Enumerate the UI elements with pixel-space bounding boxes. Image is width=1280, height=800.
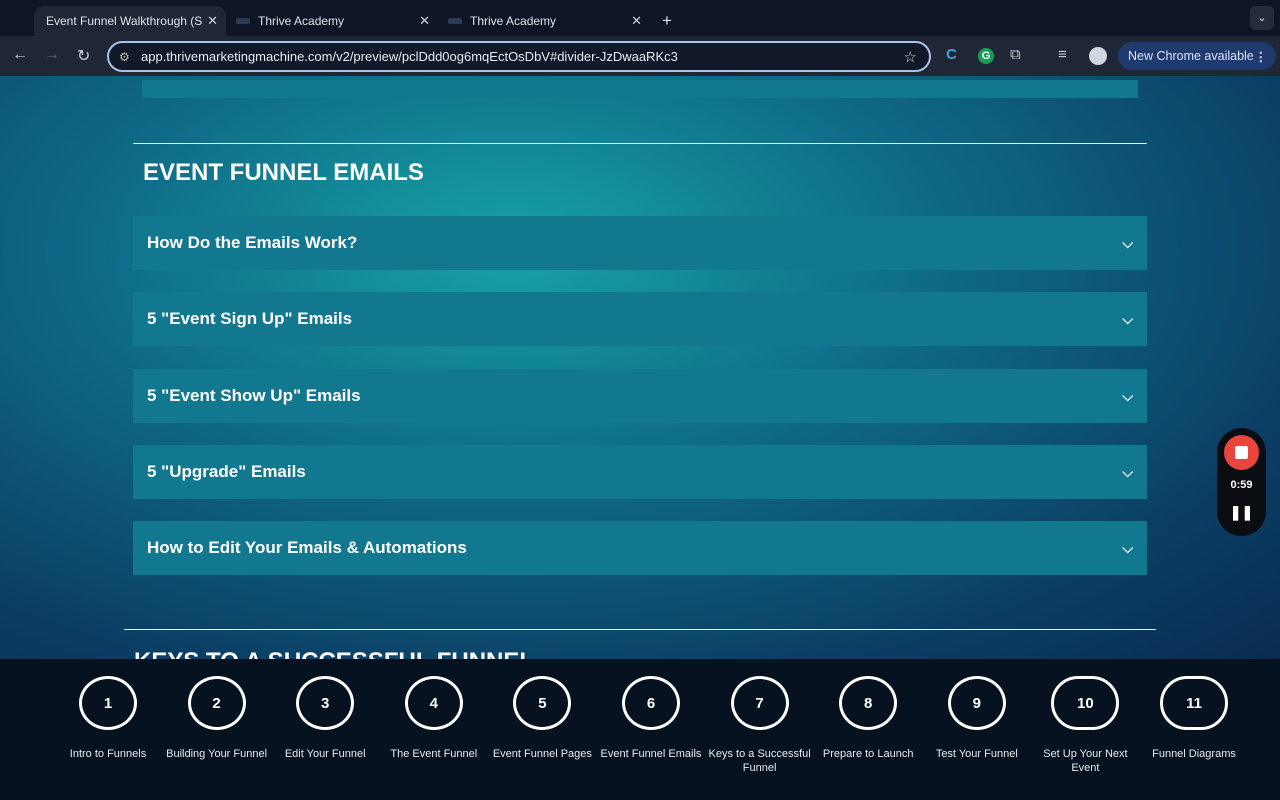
favicon-icon — [236, 18, 250, 24]
previous-accordion-item[interactable] — [142, 80, 1138, 98]
forward-icon[interactable]: → — [44, 46, 60, 64]
step-label[interactable]: Event Funnel Emails — [596, 747, 706, 761]
step-label[interactable]: The Event Funnel — [379, 747, 489, 761]
accordion-label: 5 "Upgrade" Emails — [147, 462, 306, 481]
media-control-icon[interactable]: ≡ — [1058, 46, 1067, 63]
step-3[interactable]: 3 Edit Your Funnel — [270, 676, 380, 761]
step-label[interactable]: Set Up Your Next Event — [1030, 747, 1140, 775]
address-bar[interactable]: ⚙ app.thrivemarketingmachine.com/v2/previ… — [107, 41, 931, 72]
step-navigation: 1 Intro to Funnels 2 Building Your Funnel 3 E… — [0, 659, 1280, 800]
step-label[interactable]: Prepare to Launch — [813, 747, 923, 761]
new-tab-button[interactable]: + — [652, 6, 682, 36]
accordion-item[interactable]: 5 "Event Sign Up" Emails ⌵ — [133, 292, 1147, 346]
step-8[interactable]: 8 Prepare to Launch — [813, 676, 923, 761]
stop-icon — [1235, 446, 1248, 459]
step-number[interactable]: 2 — [187, 676, 246, 730]
chevron-down-icon: ⌵ — [1122, 234, 1133, 251]
step-number[interactable]: 8 — [839, 676, 898, 730]
step-number[interactable]: 3 — [296, 676, 355, 730]
accordion-label: 5 "Event Sign Up" Emails — [147, 309, 353, 328]
grammarly-icon[interactable]: G — [978, 48, 994, 64]
step-label[interactable]: Keys to a Successful Funnel — [705, 747, 815, 775]
pause-icon[interactable]: ❚❚ — [1217, 504, 1266, 521]
favicon-icon — [448, 18, 462, 24]
extensions-puzzle-icon[interactable]: ⧉ — [1010, 46, 1021, 63]
step-label[interactable]: Intro to Funnels — [53, 747, 163, 761]
tab-search-chevron-icon[interactable]: ⌄ — [1250, 6, 1274, 30]
url-text[interactable]: app.thrivemarketingmachine.com/v2/previe… — [141, 49, 678, 64]
reload-icon[interactable]: ↻ — [77, 46, 90, 66]
tab-thrive-academy[interactable]: Thrive Academy ✕ — [226, 6, 438, 36]
step-number[interactable]: 1 — [79, 676, 137, 730]
step-5[interactable]: 5 Event Funnel Pages — [487, 676, 597, 761]
step-number[interactable]: 11 — [1160, 676, 1228, 730]
back-icon[interactable]: ← — [12, 46, 28, 64]
menu-dots-icon[interactable]: ⋮ — [1255, 49, 1268, 64]
tab-title: Event Funnel Walkthrough (S — [46, 14, 203, 28]
site-info-icon[interactable]: ⚙ — [119, 50, 130, 64]
extension-c-icon[interactable]: C — [946, 46, 957, 63]
step-11[interactable]: 11 Funnel Diagrams — [1139, 676, 1249, 761]
stop-recording-button[interactable] — [1224, 435, 1259, 470]
step-number[interactable]: 4 — [404, 676, 463, 730]
tab-bar: Event Funnel Walkthrough (S ✕ Thrive Acad… — [0, 0, 1280, 36]
accordion-item[interactable]: 5 "Upgrade" Emails ⌵ — [133, 445, 1147, 499]
step-number[interactable]: 5 — [513, 676, 572, 730]
step-number[interactable]: 6 — [622, 676, 680, 730]
recording-time: 0:59 — [1230, 479, 1253, 491]
chevron-down-icon: ⌵ — [1122, 539, 1133, 556]
step-4[interactable]: 4 The Event Funnel — [379, 676, 489, 761]
accordion-label: 5 "Event Show Up" Emails — [147, 386, 361, 405]
tab-title: Thrive Academy — [470, 14, 557, 28]
divider — [124, 629, 1156, 630]
accordion-item[interactable]: How to Edit Your Emails & Automations ⌵ — [133, 521, 1147, 575]
close-icon[interactable]: ✕ — [207, 13, 218, 29]
divider — [133, 143, 1147, 144]
accordion-label: How to Edit Your Emails & Automations — [147, 538, 467, 557]
step-10[interactable]: 10 Set Up Your Next Event — [1030, 676, 1140, 775]
update-label: New Chrome available — [1128, 49, 1254, 63]
step-number[interactable]: 7 — [730, 676, 789, 730]
close-icon[interactable]: ✕ — [631, 13, 642, 29]
step-label[interactable]: Edit Your Funnel — [270, 747, 380, 761]
new-chrome-button[interactable]: New Chrome available ⋮ — [1118, 42, 1276, 70]
step-number[interactable]: 10 — [1051, 676, 1120, 730]
profile-avatar-icon[interactable] — [1089, 47, 1107, 65]
step-number[interactable]: 9 — [947, 676, 1006, 730]
accordion-item[interactable]: How Do the Emails Work? ⌵ — [133, 216, 1147, 270]
tab-event-funnel[interactable]: Event Funnel Walkthrough (S ✕ — [34, 6, 226, 36]
section-title: EVENT FUNNEL EMAILS — [143, 159, 424, 186]
step-label[interactable]: Building Your Funnel — [162, 747, 272, 761]
close-icon[interactable]: ✕ — [419, 13, 430, 29]
step-label[interactable]: Test Your Funnel — [922, 747, 1032, 761]
bookmark-star-icon[interactable]: ☆ — [904, 48, 917, 66]
step-2[interactable]: 2 Building Your Funnel — [162, 676, 272, 761]
chevron-down-icon: ⌵ — [1122, 463, 1133, 480]
chevron-down-icon: ⌵ — [1122, 387, 1133, 404]
step-1[interactable]: 1 Intro to Funnels — [53, 676, 163, 761]
accordion-item[interactable]: 5 "Event Show Up" Emails ⌵ — [133, 369, 1147, 423]
step-6[interactable]: 6 Event Funnel Emails — [596, 676, 706, 761]
step-9[interactable]: 9 Test Your Funnel — [922, 676, 1032, 761]
step-label[interactable]: Funnel Diagrams — [1139, 747, 1249, 761]
page-content: EVENT FUNNEL EMAILS How Do the Emails Wo… — [0, 76, 1280, 675]
step-7[interactable]: 7 Keys to a Successful Funnel — [705, 676, 815, 775]
step-label[interactable]: Event Funnel Pages — [487, 747, 597, 761]
tab-title: Thrive Academy — [258, 14, 345, 28]
tab-thrive-academy-2[interactable]: Thrive Academy ✕ — [438, 6, 650, 36]
accordion-label: How Do the Emails Work? — [147, 233, 358, 252]
screen-recorder-widget: 0:59 ❚❚ — [1217, 428, 1266, 536]
chevron-down-icon: ⌵ — [1122, 310, 1133, 327]
